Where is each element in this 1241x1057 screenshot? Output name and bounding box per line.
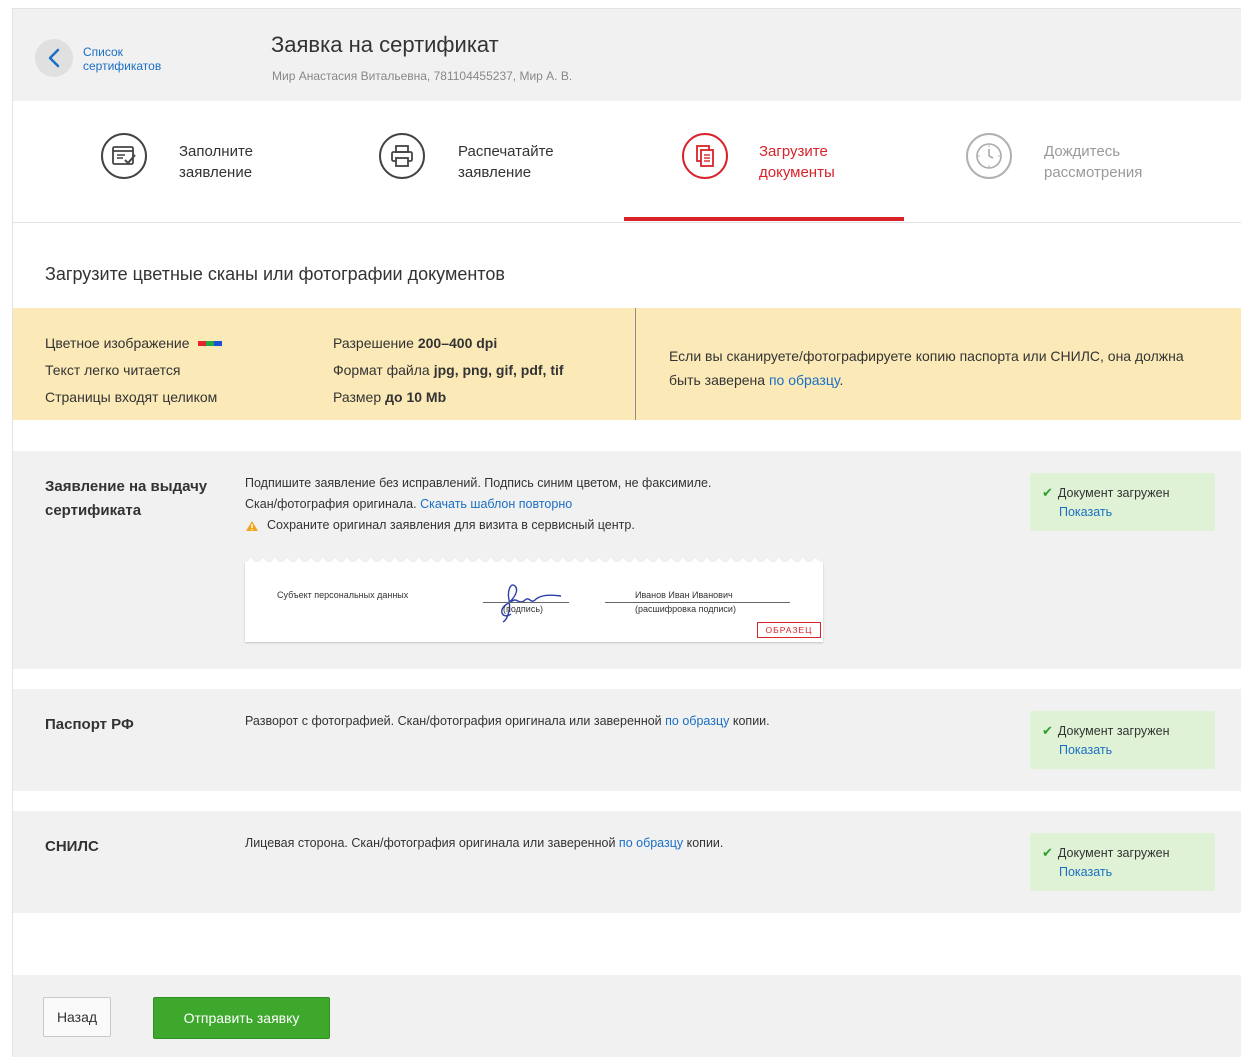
requirements-quality: Цветное изображение Текст легко читается… (45, 330, 222, 411)
document-passport: Паспорт РФ Разворот с фотографией. Скан/… (13, 689, 1241, 791)
active-step-indicator (624, 217, 904, 221)
sample-subject-label: Субъект персональных данных (277, 590, 409, 600)
signature-sample: Субъект персональных данных (подпись) Ив… (245, 558, 823, 642)
back-button-footer[interactable]: Назад (43, 997, 111, 1037)
signature-line (483, 602, 569, 603)
step-label: Заполните заявление (179, 143, 253, 181)
clock-icon (966, 133, 1012, 179)
document-description: Разворот с фотографией. Скан/фотография … (245, 714, 770, 728)
footer: Назад Отправить заявку (13, 975, 1241, 1057)
header: Список сертификатов Заявка на сертификат… (13, 9, 1241, 101)
page-title: Заявка на сертификат (271, 32, 499, 57)
check-icon: ✔ (1042, 723, 1053, 738)
torn-edge (245, 558, 823, 564)
warning-icon (246, 520, 258, 531)
chevron-left-icon (48, 48, 60, 68)
sample-link[interactable]: по образцу (665, 714, 729, 728)
page-subtitle: Мир Анастасия Витальевна, 781104455237, … (272, 69, 573, 83)
requirements-note: Если вы сканируете/фотографируете копию … (669, 348, 1184, 388)
show-document-link[interactable]: Показать (1059, 743, 1112, 757)
upload-status: ✔ Документ загружен Показать (1030, 473, 1215, 531)
page-frame: Список сертификатов Заявка на сертификат… (12, 8, 1241, 1057)
upload-status: ✔ Документ загружен Показать (1030, 711, 1215, 769)
step-label: Дождитесь рассмотрения (1044, 143, 1143, 181)
requirement-item: Формат файла jpg, png, gif, pdf, tif (333, 362, 564, 378)
check-icon: ✔ (1042, 485, 1053, 500)
signature-caption: (подпись) (503, 604, 544, 614)
sample-link[interactable]: по образцу (619, 836, 683, 850)
submit-application-button[interactable]: Отправить заявку (153, 997, 330, 1039)
requirement-item: Текст легко читается (45, 362, 181, 378)
step-label: Распечатайте заявление (458, 143, 554, 181)
back-link-certificates-list[interactable]: Список сертификатов (83, 45, 193, 73)
sample-link[interactable]: по образцу (769, 372, 840, 388)
form-icon (101, 133, 147, 179)
sample-full-name: Иванов Иван Иванович (635, 590, 733, 600)
name-caption: (расшифровка подписи) (635, 604, 736, 614)
upload-status: ✔ Документ загружен Показать (1030, 833, 1215, 891)
document-description: Подпишите заявление без исправлений. Под… (245, 473, 1005, 536)
divider (635, 308, 636, 420)
document-name: СНИЛС (45, 838, 99, 855)
download-template-link[interactable]: Скачать шаблон повторно (420, 497, 572, 511)
requirements-panel: Цветное изображение Текст легко читается… (13, 308, 1241, 420)
name-line (605, 602, 790, 603)
warning-note: Сохраните оригинал заявления для визита … (245, 515, 1005, 536)
show-document-link[interactable]: Показать (1059, 865, 1112, 879)
show-document-link[interactable]: Показать (1059, 505, 1112, 519)
document-name: Паспорт РФ (45, 716, 134, 733)
document-snils: СНИЛС Лицевая сторона. Скан/фотография о… (13, 811, 1241, 913)
back-button[interactable] (35, 39, 73, 77)
document-description: Лицевая сторона. Скан/фотография оригина… (245, 836, 724, 850)
printer-icon (379, 133, 425, 179)
stepper: Заполните заявление Распечатайте заявлен… (13, 101, 1241, 223)
requirement-item: Страницы входят целиком (45, 389, 218, 405)
check-icon: ✔ (1042, 845, 1053, 860)
sample-stamp: ОБРАЗЕЦ (757, 622, 821, 638)
requirement-item: Цветное изображение (45, 330, 222, 357)
requirement-item: Разрешение 200–400 dpi (333, 335, 498, 351)
documents-icon (682, 133, 728, 179)
step-label: Загрузите документы (759, 143, 835, 181)
document-name: Заявление на выдачу сертификата (45, 478, 208, 519)
color-swatch-icon (197, 341, 222, 346)
document-application: Заявление на выдачу сертификата Подпишит… (13, 451, 1241, 669)
requirements-file: Разрешение 200–400 dpi Формат файла jpg, p… (333, 330, 564, 411)
section-title: Загрузите цветные сканы или фотографии д… (45, 264, 505, 284)
requirement-item: Размер до 10 Mb (333, 389, 447, 405)
